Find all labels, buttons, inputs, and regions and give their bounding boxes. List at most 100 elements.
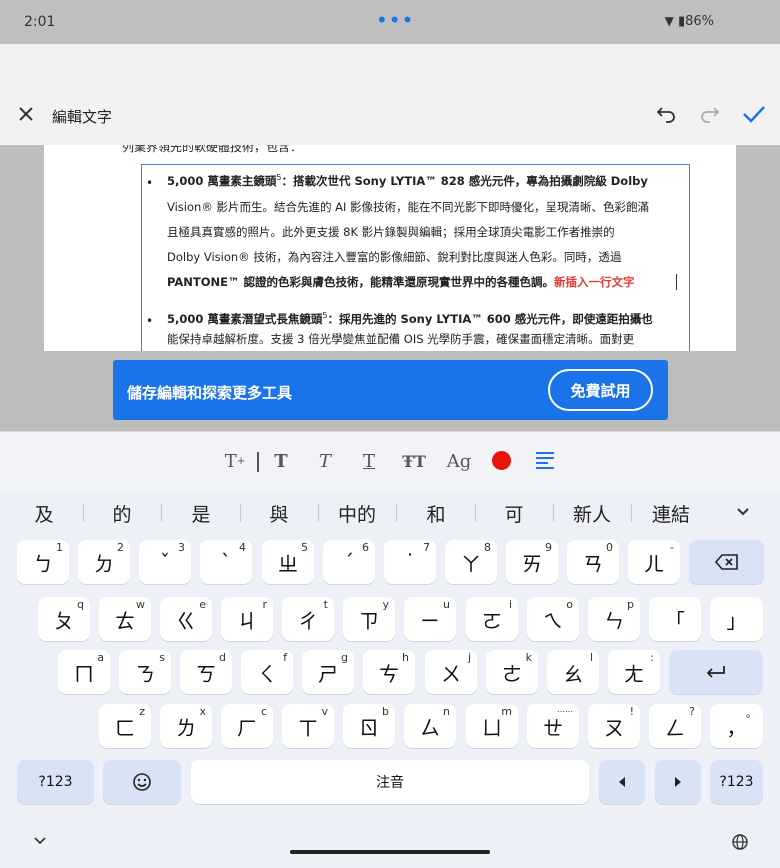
key[interactable]: ㄙn [404,704,456,748]
key[interactable]: ㄎd [180,650,232,694]
emoji-key[interactable] [103,760,181,804]
suggestion-divider [240,504,241,522]
key[interactable]: ㄝ…… [527,704,579,748]
suggestion-item[interactable]: 及 [14,500,74,526]
app-bar: 編輯文字 [0,44,780,145]
key[interactable]: ㄨj [425,650,477,694]
key[interactable]: ㄠl [547,650,599,694]
symbols-key-left[interactable]: ?123 [17,760,94,804]
key[interactable]: ㄤ: [608,650,660,694]
key[interactable]: ㄑf [241,650,293,694]
key[interactable]: ㄐr [221,597,273,641]
key[interactable]: ㄔt [282,597,334,641]
doc-line-3[interactable]: 且極具真實感的照片。此外更支援 8K 影片錄製與編輯；採用全球頂尖電影工作者推崇… [167,224,615,240]
suggestion-divider [83,504,84,522]
key[interactable]: ㄊw [99,597,151,641]
promo-text: 儲存編輯和探索更多工具 [127,384,293,402]
key[interactable]: ˋ4 [200,540,252,584]
doc-line-4[interactable]: Dolby Vision® 技術，為內容注入豐富的影像細節、銳利對比度與迷人色彩… [167,249,621,265]
document-page: 列業界領先的軟硬體技術，包含： • 5,000 萬畫素主鏡頭5：搭載次世代 So… [44,145,736,351]
key[interactable]: ㄏc [221,704,273,748]
doc-line-2[interactable]: Vision® 影片而生。結合先進的 AI 影像技術，能在不同光影下即時優化，呈… [167,199,649,215]
key[interactable]: ˊ6 [323,540,375,584]
hide-keyboard-icon[interactable] [33,836,47,846]
key[interactable]: ㄦ- [628,540,680,584]
text-caret [676,274,677,290]
key[interactable]: ㄩm [466,704,518,748]
key[interactable]: ㄌx [160,704,212,748]
enter-icon [706,666,725,678]
close-icon[interactable] [17,105,35,123]
key[interactable]: ㄢ0 [567,540,619,584]
toolbar-divider [257,452,259,472]
italic-icon[interactable]: T [314,450,336,472]
more-dots-icon[interactable]: ••• [376,10,414,30]
key[interactable]: ㄡ! [588,704,640,748]
underline-icon[interactable]: T [358,450,380,472]
font-icon[interactable]: Ag [446,450,472,472]
text-add-icon[interactable]: T + [224,450,246,472]
bold-icon[interactable]: T [270,450,292,472]
suggestion-item[interactable]: 新人 [562,500,622,526]
key[interactable]: ㄒv [282,704,334,748]
backspace-icon [714,554,738,570]
doc-line-7[interactable]: 能保持卓越解析度。支援 3 倍光學變焦並配備 OIS 光學防手震，確保畫面穩定清… [167,331,634,347]
suggestion-divider [475,504,476,522]
doc-line-6[interactable]: 5,000 萬畫素潛望式長焦鏡頭5：採用先進的 Sony LYTIA™ 600 … [167,311,653,327]
undo-icon[interactable] [655,104,677,124]
align-icon[interactable] [534,450,556,472]
key[interactable]: 「 [649,597,701,641]
suggestion-item[interactable]: 連結 [641,500,701,526]
text-size-icon[interactable]: ŦT [401,450,427,472]
color-icon[interactable] [492,451,511,470]
key[interactable]: ㄓ5 [262,540,314,584]
key[interactable]: ㄛi [466,597,518,641]
key[interactable]: ，。 [710,704,763,748]
key[interactable]: ㄕg [302,650,354,694]
key[interactable]: ㄅ1 [17,540,69,584]
chevron-down-icon[interactable] [735,506,751,518]
key[interactable]: ㄗy [343,597,395,641]
format-toolbar: T + T T T ŦT Ag [0,431,780,490]
suggestion-item[interactable]: 和 [406,500,466,526]
key[interactable]: ㄧu [404,597,456,641]
free-trial-button[interactable]: 免費試用 [548,369,653,411]
home-indicator[interactable] [290,850,490,854]
bullet-icon: • [146,176,154,190]
cursor-right-key[interactable] [655,760,701,804]
key[interactable]: 」 [710,597,763,641]
suggestion-item[interactable]: 可 [484,500,544,526]
key[interactable]: ㄋs [119,650,171,694]
inserted-text[interactable]: 新插入一行文字 [554,275,635,289]
doc-line-5[interactable]: PANTONE™ 認證的色彩與膚色技術，能精準還原現實世界中的各種色調。新插入一… [167,274,635,290]
suggestion-item[interactable]: 中的 [327,500,387,526]
key[interactable]: ˙ 7 [384,540,436,584]
key[interactable]: ㄘh [363,650,415,694]
suggestion-item[interactable]: 是 [171,500,231,526]
key[interactable]: ㄇa [58,650,110,694]
key[interactable]: ㄞ9 [506,540,558,584]
redo-icon[interactable] [699,104,721,124]
confirm-check-icon[interactable] [741,103,767,125]
globe-icon[interactable] [731,833,749,851]
key[interactable]: ㄜk [486,650,538,694]
suggestion-item[interactable]: 的 [92,500,152,526]
suggestion-item[interactable]: 與 [249,500,309,526]
key[interactable]: ㄥ? [649,704,701,748]
key[interactable]: ㄣp [588,597,640,641]
backspace-key[interactable] [689,540,764,584]
doc-line-1[interactable]: 5,000 萬畫素主鏡頭5：搭載次世代 Sony LYTIA™ 828 感光元件… [167,173,648,189]
enter-key[interactable] [669,650,763,694]
key[interactable]: ˇ3 [139,540,191,584]
key[interactable]: ㄍe [160,597,212,641]
key[interactable]: ㄖb [343,704,395,748]
key[interactable]: ㄉ2 [78,540,130,584]
suggestion-divider [161,504,162,522]
key[interactable]: ㄚ8 [445,540,497,584]
key[interactable]: ㄟo [527,597,579,641]
key[interactable]: ㄆq [38,597,90,641]
key[interactable]: ㄈz [99,704,151,748]
symbols-key-right[interactable]: ?123 [710,760,763,804]
cursor-left-key[interactable] [599,760,645,804]
space-key[interactable]: 注音 [191,760,589,804]
